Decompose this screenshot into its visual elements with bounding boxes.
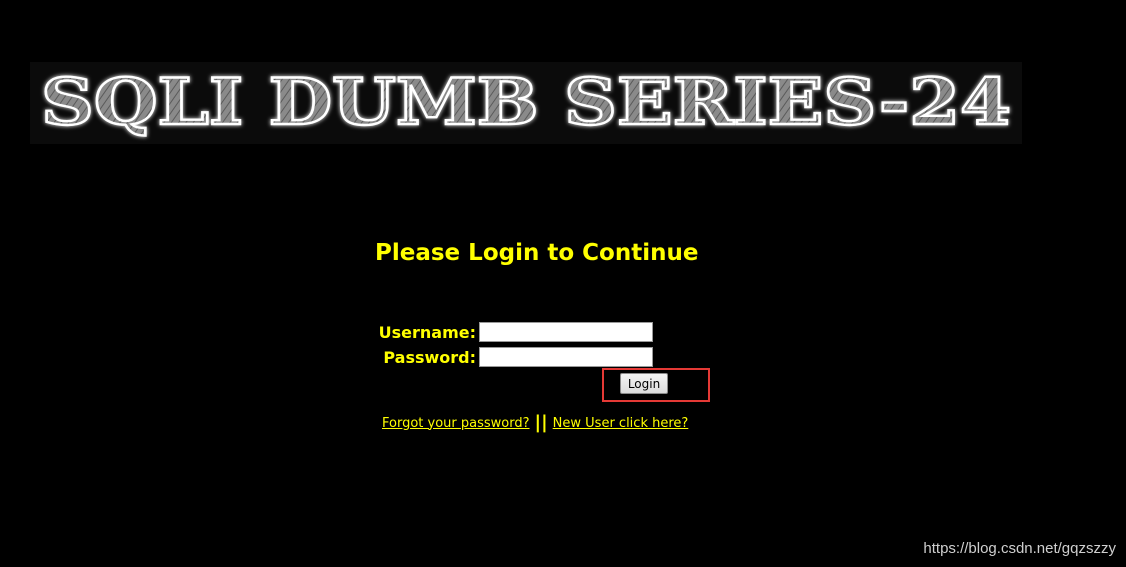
login-highlight-box: Login: [602, 368, 710, 402]
watermark: https://blog.csdn.net/gqzszzy: [923, 540, 1116, 557]
forgot-password-link[interactable]: Forgot your password?: [382, 416, 530, 431]
banner-text: SQLI DUMB SERIES-24: [41, 65, 1011, 140]
username-label: Username:: [378, 322, 476, 342]
banner-logo: SQLI DUMB SERIES-24: [40, 64, 1012, 141]
banner-image: SQLI DUMB SERIES-24: [30, 62, 1022, 144]
login-button[interactable]: Login: [620, 373, 668, 394]
links-separator: ||: [534, 412, 548, 433]
password-row: Password:: [360, 346, 653, 368]
new-user-link[interactable]: New User click here?: [553, 416, 689, 431]
password-input[interactable]: [479, 347, 653, 367]
links-row: Forgot your password? || New User click …: [382, 414, 688, 432]
password-label: Password:: [383, 347, 476, 367]
username-input[interactable]: [479, 322, 653, 342]
username-row: Username:: [360, 321, 653, 343]
page-title: Please Login to Continue: [375, 240, 699, 266]
